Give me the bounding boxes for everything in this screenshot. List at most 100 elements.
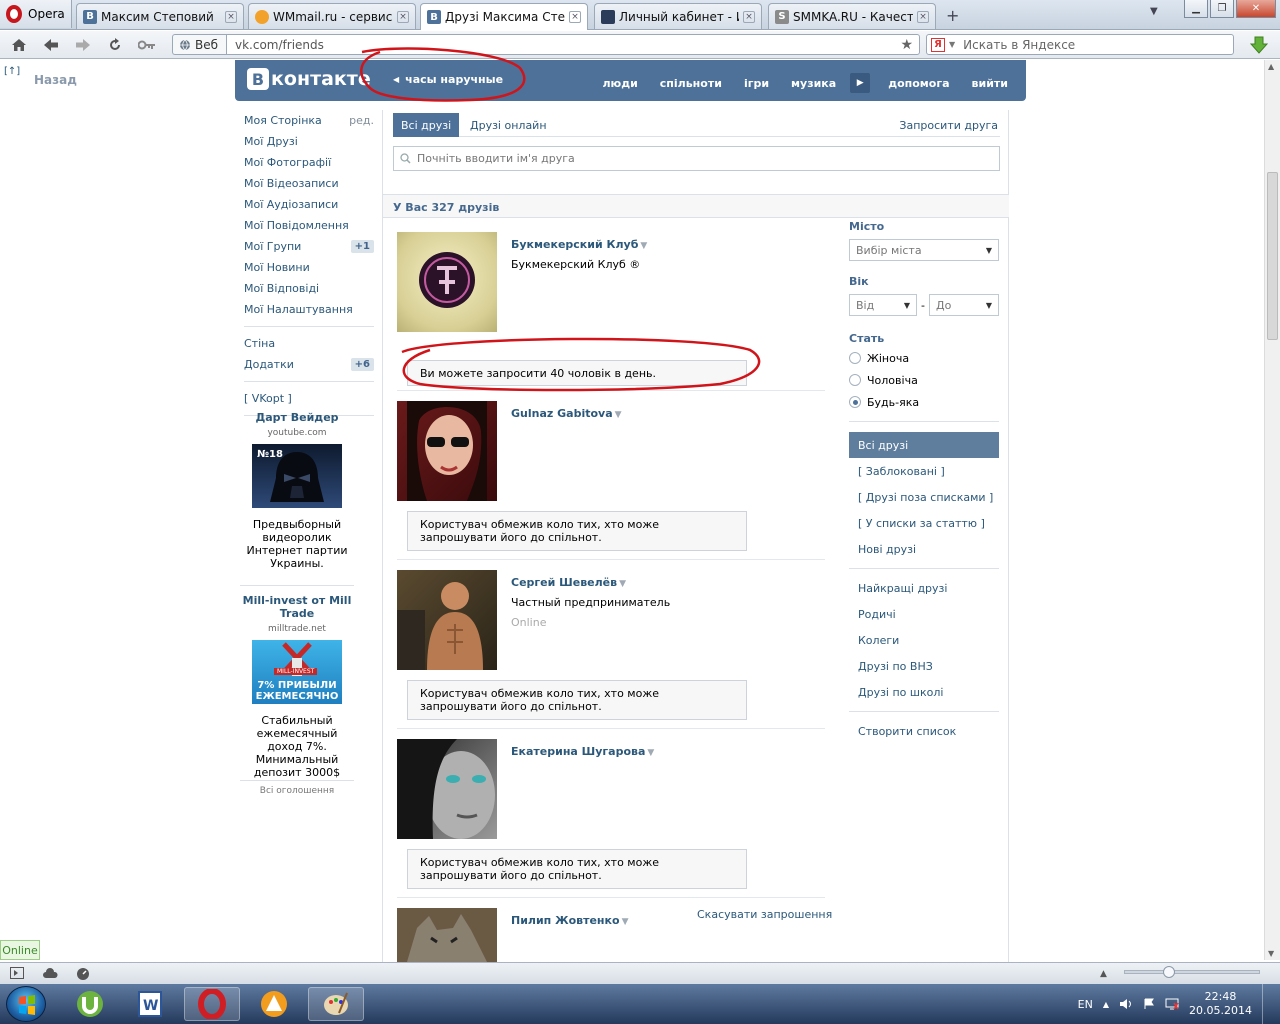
- friend-name[interactable]: Екатерина Шугарова ▼: [511, 745, 654, 758]
- scroll-down-arrow-icon[interactable]: ▼: [1268, 949, 1274, 958]
- network-icon[interactable]: [1165, 998, 1179, 1010]
- friend-avatar[interactable]: [397, 570, 497, 670]
- search-engine-chevron-icon[interactable]: ▼: [949, 40, 955, 49]
- zoom-slider-handle[interactable]: [1163, 966, 1175, 978]
- dropdown-arrow-icon[interactable]: ▼: [647, 748, 654, 758]
- sidebar-item-videos[interactable]: Мої Відеозаписи: [244, 173, 374, 194]
- music-play-icon[interactable]: ▶: [850, 73, 871, 93]
- browser-tab[interactable]: WMmail.ru - сервис п... ×: [248, 3, 416, 29]
- close-tab-icon[interactable]: ×: [569, 11, 581, 23]
- dropdown-arrow-icon[interactable]: ▼: [615, 410, 622, 420]
- all-ads-link[interactable]: Всі оголошення: [240, 786, 354, 796]
- tab-all-friends[interactable]: Всі друзі: [393, 113, 460, 137]
- address-bar[interactable]: vk.com/friends ★: [226, 34, 920, 55]
- maximize-icon[interactable]: ❐: [1210, 0, 1234, 18]
- download-arrow-icon[interactable]: [1250, 36, 1268, 54]
- minimize-icon[interactable]: ▁: [1184, 0, 1208, 18]
- ad-block-darth-vader[interactable]: Дарт Вейдер youtube.com №18 Предвыборный…: [240, 411, 354, 570]
- cloud-icon[interactable]: [42, 967, 58, 979]
- vk-menu-music[interactable]: музика: [791, 77, 836, 90]
- sex-option-any[interactable]: Будь-яка: [849, 391, 999, 413]
- edit-link[interactable]: ред.: [349, 114, 374, 127]
- vk-header-search[interactable]: ◀ часы наручные: [393, 73, 503, 86]
- speed-dial-icon[interactable]: [76, 967, 90, 981]
- tab-friends-online[interactable]: Друзі онлайн: [470, 113, 547, 137]
- yandex-search-field[interactable]: Я ▼ Искать в Яндексе: [926, 34, 1234, 55]
- scroll-up-arrow-icon[interactable]: ▲: [1268, 62, 1274, 71]
- opera-menu-button[interactable]: Opera: [0, 0, 72, 28]
- ad-image[interactable]: №18: [252, 444, 342, 508]
- city-select[interactable]: Вибір міста ▼: [849, 239, 999, 261]
- zoom-slider[interactable]: [1124, 966, 1260, 978]
- list-best-friends[interactable]: Найкращі друзі: [849, 575, 999, 601]
- radio-button-selected[interactable]: [849, 396, 861, 408]
- tab-list-chevron-icon[interactable]: ▼: [1150, 6, 1158, 17]
- sidebar-item-news[interactable]: Мої Новини: [244, 257, 374, 278]
- age-from-select[interactable]: Від ▼: [849, 294, 917, 316]
- close-window-icon[interactable]: ✕: [1236, 0, 1276, 18]
- friend-name[interactable]: Gulnaz Gabitova ▼: [511, 407, 622, 420]
- age-to-select[interactable]: До ▼: [928, 294, 999, 316]
- list-blocked[interactable]: [ Заблоковані ]: [849, 458, 999, 484]
- sidebar-item-wall[interactable]: Стіна: [244, 333, 374, 354]
- sidebar-item-friends[interactable]: Мої Друзі: [244, 131, 374, 152]
- friend-name[interactable]: Букмекерский Клуб ▼: [511, 238, 647, 251]
- new-tab-plus-icon[interactable]: +: [946, 6, 959, 25]
- vk-menu-games[interactable]: ігри: [744, 77, 769, 90]
- list-outside-lists[interactable]: [ Друзі поза списками ]: [849, 484, 999, 510]
- friend-name[interactable]: Пилип Жовтенко ▼: [511, 914, 628, 927]
- flag-icon[interactable]: [1143, 998, 1155, 1010]
- friend-avatar[interactable]: [397, 401, 497, 501]
- taskbar-opera[interactable]: [184, 987, 240, 1021]
- panel-toggle-icon[interactable]: [10, 967, 24, 979]
- list-colleagues[interactable]: Колеги: [849, 627, 999, 653]
- taskbar-clock[interactable]: 22:48 20.05.2014: [1189, 990, 1252, 1018]
- browser-tab[interactable]: S SMMKA.RU - Качестве... ×: [768, 3, 936, 29]
- taskbar-word[interactable]: W: [122, 987, 178, 1021]
- tray-up-chevron-icon[interactable]: ▲: [1103, 1000, 1109, 1009]
- list-school-friends[interactable]: Друзі по школі: [849, 679, 999, 705]
- invite-friend-link[interactable]: Запросити друга: [899, 113, 998, 137]
- page-scrollbar[interactable]: ▲ ▼: [1264, 60, 1280, 960]
- list-by-gender[interactable]: [ У списки за статтю ]: [849, 510, 999, 536]
- list-relatives[interactable]: Родичі: [849, 601, 999, 627]
- bookmark-star-icon[interactable]: ★: [900, 37, 913, 53]
- vk-menu-communities[interactable]: спільноти: [660, 77, 722, 90]
- list-university-friends[interactable]: Друзі по ВНЗ: [849, 653, 999, 679]
- taskbar-avast[interactable]: [246, 987, 302, 1021]
- browser-tab[interactable]: Личный кабинет - Ис... ×: [594, 3, 762, 29]
- taskbar-utorrent[interactable]: [62, 987, 118, 1021]
- vk-menu-help[interactable]: допомога: [888, 77, 949, 90]
- close-tab-icon[interactable]: ×: [225, 10, 237, 23]
- show-desktop-button[interactable]: [1262, 984, 1272, 1024]
- back-arrow-icon[interactable]: [40, 35, 62, 55]
- sidebar-item-audio[interactable]: Мої Аудіозаписи: [244, 194, 374, 215]
- friend-avatar[interactable]: [397, 739, 497, 839]
- sidebar-item-settings[interactable]: Мої Налаштування: [244, 299, 374, 320]
- scroll-top-link[interactable]: [↑]: [4, 66, 20, 77]
- ad-image[interactable]: MILL-INVEST 7% ПРИБЫЛИ ЕЖЕМЕСЯЧНО: [252, 640, 342, 704]
- vk-logo[interactable]: В контакте: [247, 68, 371, 90]
- close-tab-icon[interactable]: ×: [917, 10, 929, 23]
- forward-arrow-icon[interactable]: [72, 35, 94, 55]
- sex-option-female[interactable]: Жіноча: [849, 347, 999, 369]
- sidebar-item-photos[interactable]: Мої Фотографії: [244, 152, 374, 173]
- sidebar-item-my-page[interactable]: Моя Сторінка ред.: [244, 110, 374, 131]
- sidebar-item-answers[interactable]: Мої Відповіді: [244, 278, 374, 299]
- taskbar-paint[interactable]: [308, 987, 364, 1021]
- sex-option-male[interactable]: Чоловіча: [849, 369, 999, 391]
- sidebar-item-groups[interactable]: Мої Групи +1: [244, 236, 374, 257]
- reload-icon[interactable]: [104, 35, 126, 55]
- radio-button[interactable]: [849, 352, 861, 364]
- close-tab-icon[interactable]: ×: [397, 10, 409, 23]
- ad-title[interactable]: Mill-invest от Mill Trade: [240, 594, 354, 620]
- web-badge[interactable]: Веб: [172, 34, 226, 55]
- create-list-link[interactable]: Створити список: [849, 718, 999, 744]
- browser-tab[interactable]: В Друзі Максима Степо... ×: [420, 3, 588, 30]
- home-icon[interactable]: [8, 35, 30, 55]
- list-all-friends[interactable]: Всі друзі: [849, 432, 999, 458]
- scrollbar-thumb[interactable]: [1267, 172, 1278, 340]
- language-indicator[interactable]: EN: [1078, 998, 1093, 1011]
- dropdown-arrow-icon[interactable]: ▼: [622, 917, 629, 927]
- vk-menu-logout[interactable]: вийти: [972, 77, 1008, 90]
